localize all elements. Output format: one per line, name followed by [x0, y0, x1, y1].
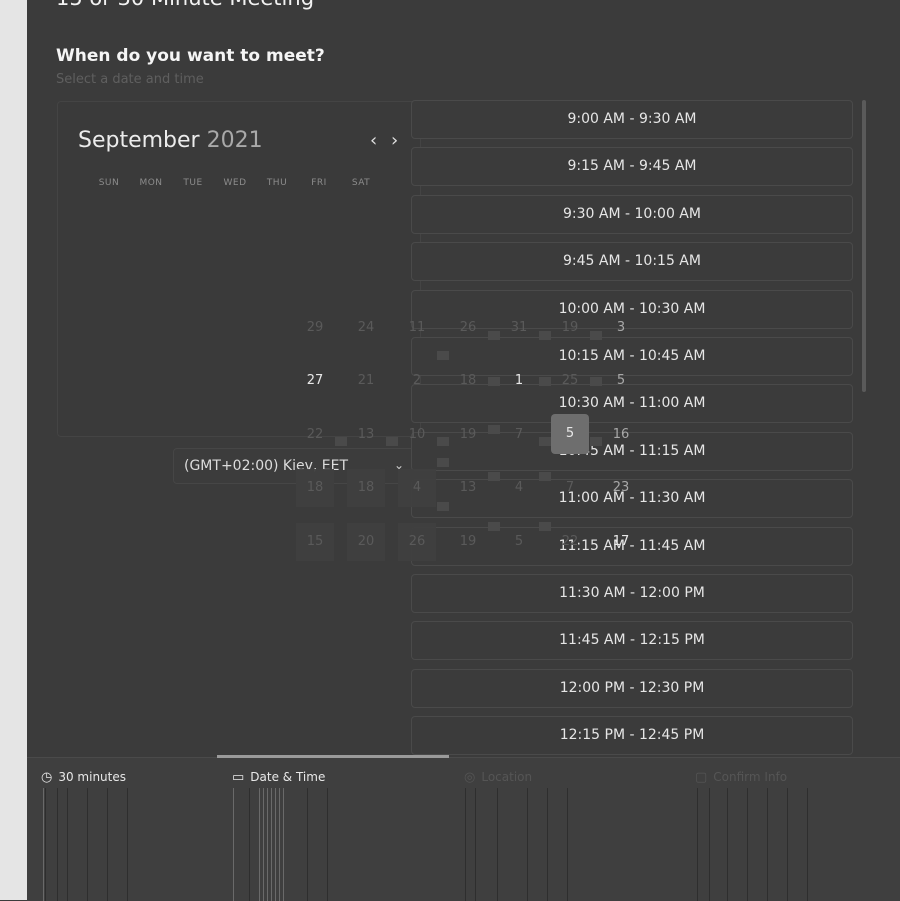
- weekday-label: THU: [266, 178, 288, 188]
- section-heading: When do you want to meet?: [56, 46, 325, 66]
- clock-icon: ◷: [41, 770, 53, 785]
- time-slot-list[interactable]: 9:00 AM - 9:30 AM 9:15 AM - 9:45 AM 9:30 A…: [411, 100, 855, 760]
- step-decor-line: [87, 788, 88, 901]
- selected-day[interactable]: 5: [551, 414, 589, 454]
- step-decor-line: [567, 788, 568, 901]
- calendar-panel: September 2021 ‹ › SUN MON TUE WED THU F…: [57, 101, 421, 437]
- step-4[interactable]: ▢ Confirm Info: [695, 770, 787, 785]
- step-decor-line: [307, 788, 308, 901]
- step-decor-line: [43, 788, 44, 901]
- page-title: 15 or 30 Minute Meeting: [56, 0, 314, 10]
- chevron-right-icon[interactable]: ›: [391, 130, 398, 151]
- time-slot-button[interactable]: 10:15 AM - 10:45 AM: [411, 337, 853, 376]
- step-decor-line: [67, 788, 68, 901]
- step-decor-line: [497, 788, 498, 901]
- step-decor-line: [327, 788, 328, 901]
- step-label: Location: [481, 770, 533, 784]
- time-slot-button[interactable]: 10:30 AM - 11:00 AM: [411, 384, 853, 424]
- step-3[interactable]: ◎ Location: [464, 770, 532, 785]
- step-decor-line: [279, 788, 280, 901]
- time-slot-button[interactable]: 11:30 AM - 12:00 PM: [411, 574, 853, 613]
- step-decor-line: [747, 788, 748, 901]
- step-label: Date & Time: [250, 770, 326, 784]
- step-decor-line: [233, 788, 234, 901]
- section-subheading: Select a date and time: [56, 72, 204, 87]
- step-decor-line: [547, 788, 548, 901]
- weekday-label: TUE: [183, 178, 203, 188]
- time-slot-scrollbar[interactable]: [862, 100, 866, 392]
- step-2[interactable]: ▭ Date & Time: [232, 770, 325, 785]
- document-icon: ▢: [695, 770, 708, 785]
- calendar-month-label: September 2021: [78, 128, 263, 153]
- step-decor-line: [275, 788, 276, 901]
- timezone-select[interactable]: (GMT+02:00) Kiev, EET ⌄: [173, 448, 433, 484]
- step-decor-line: [697, 788, 698, 901]
- active-step-indicator: [217, 755, 449, 758]
- step-label: 30 minutes: [58, 770, 127, 784]
- step-decor-line: [267, 788, 268, 901]
- step-decor-line: [57, 788, 58, 901]
- weekday-label: WED: [223, 178, 247, 188]
- weekday-label: FRI: [311, 178, 327, 188]
- calendar-icon: ▭: [232, 770, 245, 785]
- step-decor-line: [283, 788, 284, 901]
- time-slot-button[interactable]: 11:45 AM - 12:15 PM: [411, 621, 853, 661]
- step-decor-line: [45, 788, 46, 901]
- step-decor-line: [727, 788, 728, 901]
- step-decor-line: [249, 788, 250, 901]
- step-decor-line: [465, 788, 466, 901]
- step-decor-line: [263, 788, 264, 901]
- time-slot-button[interactable]: 10:00 AM - 10:30 AM: [411, 289, 853, 329]
- timezone-label: (GMT+02:00) Kiev, EET: [184, 458, 349, 474]
- time-slot-button[interactable]: 12:15 PM - 12:45 PM: [411, 716, 853, 756]
- time-slot-button[interactable]: 9:30 AM - 10:00 AM: [411, 194, 853, 234]
- time-slot-button[interactable]: 9:15 AM - 9:45 AM: [411, 147, 853, 187]
- weekday-label: MON: [139, 178, 163, 188]
- step-decor-line: [787, 788, 788, 901]
- time-slot-button[interactable]: 12:00 PM - 12:30 PM: [411, 668, 853, 708]
- weekday-label: SUN: [98, 178, 120, 188]
- step-decor-line: [271, 788, 272, 901]
- step-decor-line: [709, 788, 710, 901]
- calendar-month: September: [78, 128, 200, 153]
- step-decor-line: [807, 788, 808, 901]
- step-decor-line: [107, 788, 108, 901]
- time-slot-button[interactable]: 11:00 AM - 11:30 AM: [411, 479, 853, 519]
- step-label: Confirm Info: [713, 770, 788, 784]
- weekday-header: SUN MON TUE WED THU FRI SAT: [88, 178, 388, 188]
- location-pin-icon: ◎: [464, 770, 476, 785]
- time-slot-button[interactable]: 9:00 AM - 9:30 AM: [411, 100, 853, 139]
- left-edge-panel: [0, 0, 27, 900]
- chevron-left-icon[interactable]: ‹: [370, 130, 377, 151]
- time-slot-button[interactable]: 11:15 AM - 11:45 AM: [411, 526, 853, 566]
- step-decor-line: [259, 788, 260, 901]
- weekday-label: SAT: [351, 178, 371, 188]
- step-decor-line: [527, 788, 528, 901]
- time-slot-button[interactable]: 10:45 AM - 11:15 AM: [411, 431, 853, 471]
- step-decor-line: [767, 788, 768, 901]
- calendar-year: 2021: [206, 128, 263, 153]
- booking-steps-bar: ◷ 30 minutes ▭ Date & Time ◎ Location ▢ Confirm…: [27, 755, 900, 901]
- chevron-down-icon: ⌄: [394, 458, 405, 472]
- step-decor-line: [475, 788, 476, 901]
- step-decor-line: [127, 788, 128, 901]
- time-slot-button[interactable]: 9:45 AM - 10:15 AM: [411, 242, 853, 282]
- step-1[interactable]: ◷ 30 minutes: [41, 770, 126, 785]
